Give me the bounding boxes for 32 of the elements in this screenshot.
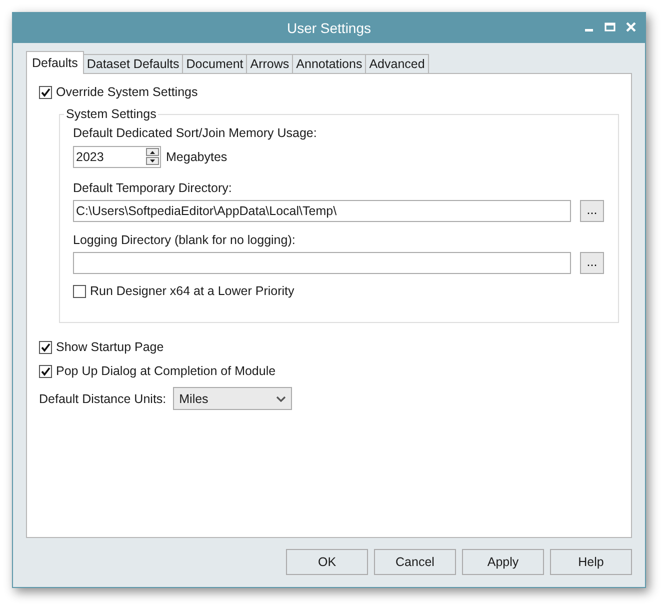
field-label: Default Temporary Directory: — [73, 180, 233, 196]
maximize-icon[interactable] — [604, 21, 616, 33]
tab[interactable]: Advanced — [365, 54, 429, 73]
dialog-button[interactable]: Help — [550, 549, 632, 575]
spin-down-icon[interactable] — [146, 157, 159, 165]
directory-field[interactable] — [73, 252, 571, 274]
window-title: User Settings — [286, 20, 372, 36]
group-title: System Settings — [64, 107, 158, 121]
dialog-button[interactable]: Cancel — [374, 549, 456, 575]
dialog-button[interactable]: Apply — [462, 549, 544, 575]
checkbox-label: Pop Up Dialog at Completion of Module — [56, 364, 276, 378]
checkbox[interactable] — [39, 364, 52, 378]
field-label: Default Distance Units: — [39, 392, 166, 406]
checkbox-label: Override System Settings — [56, 85, 198, 99]
spin-up-icon[interactable] — [146, 148, 159, 156]
checkbox[interactable] — [73, 284, 86, 298]
checkbox-label: Show Startup Page — [56, 340, 164, 354]
directory-field[interactable]: C:\Users\SoftpediaEditor\AppData\Local\Temp\ — [73, 200, 571, 222]
units-dropdown[interactable]: Miles — [173, 387, 292, 410]
checkbox-label: Run Designer x64 at a Lower Priority — [90, 284, 294, 298]
browse-button[interactable]: ... — [580, 200, 604, 222]
field-label: Default Dedicated Sort/Join Memory Usage: — [73, 125, 318, 141]
chevron-icon — [276, 396, 286, 402]
dialog-button[interactable]: OK — [286, 549, 368, 575]
field-label: Logging Directory (blank for no logging): — [73, 232, 296, 248]
unit-label: Megabytes — [166, 150, 228, 164]
checkbox[interactable] — [39, 340, 52, 354]
number-field[interactable]: 2023 — [73, 146, 161, 168]
checkbox[interactable] — [39, 86, 52, 98]
close-icon[interactable] — [625, 21, 637, 33]
browse-button[interactable]: ... — [580, 252, 604, 274]
tab[interactable]: Defaults — [26, 51, 84, 74]
